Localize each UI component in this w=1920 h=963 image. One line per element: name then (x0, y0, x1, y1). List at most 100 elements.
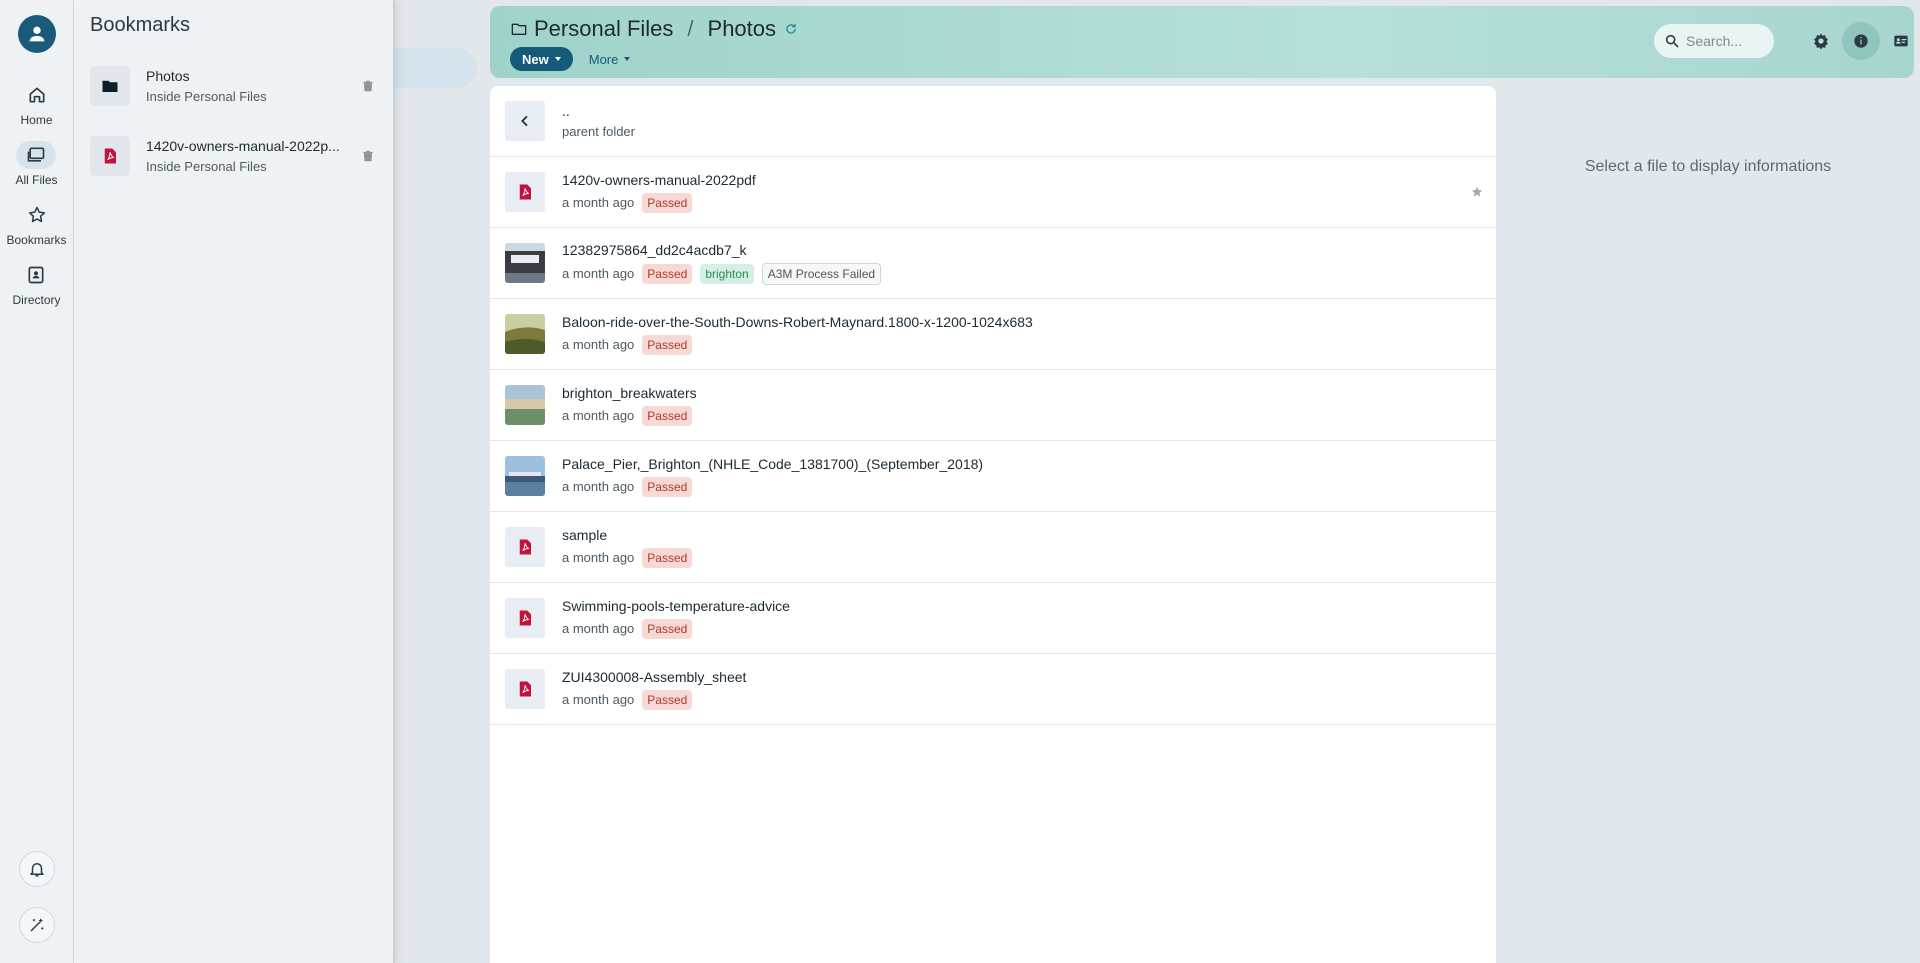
file-name: 1420v-owners-manual-2022pdf (562, 171, 756, 188)
bookmark-subtitle: Inside Personal Files (146, 159, 267, 174)
status-badge: Passed (642, 476, 693, 497)
status-badge: Passed (642, 547, 693, 568)
parent-folder-row[interactable]: .. parent folder (490, 86, 1496, 157)
file-date: a month ago (562, 266, 635, 281)
breadcrumb: Personal Files / Photos (510, 16, 798, 42)
delete-bookmark-icon[interactable] (361, 78, 375, 94)
pdf-icon (104, 148, 116, 164)
contact-book-icon (28, 266, 44, 284)
file-row[interactable]: 1420v-owners-manual-2022pdf a month ago … (490, 157, 1496, 228)
parent-folder-subtitle: parent folder (562, 124, 635, 139)
file-list: .. parent folder 1420v-owners-manual-202… (490, 86, 1496, 963)
bookmarks-panel: Bookmarks Photos Inside Personal Files 1… (74, 0, 395, 963)
rail-label-all-files: All Files (15, 173, 58, 187)
file-name: Baloon-ride-over-the-South-Downs-Robert-… (562, 313, 1033, 330)
file-row[interactable]: Swimming-pools-temperature-advice a mont… (490, 583, 1496, 654)
file-name: sample (562, 526, 608, 543)
image-thumbnail (505, 456, 545, 496)
file-row[interactable]: Palace_Pier,_Brighton_(NHLE_Code_1381700… (490, 441, 1496, 512)
file-row[interactable]: 12382975864_dd2c4acdb7_k a month ago Pas… (490, 228, 1496, 299)
bookmark-subtitle: Inside Personal Files (146, 89, 267, 104)
parent-folder-title: .. (562, 103, 570, 119)
image-thumbnail (505, 385, 545, 425)
file-name: Swimming-pools-temperature-advice (562, 597, 790, 614)
file-name: Palace_Pier,_Brighton_(NHLE_Code_1381700… (562, 455, 984, 472)
delete-bookmark-icon[interactable] (361, 148, 375, 164)
file-date: a month ago (562, 692, 635, 707)
breadcrumb-photos: Photos (707, 16, 777, 41)
caret-down-icon (554, 57, 561, 61)
gear-icon (1814, 33, 1828, 50)
bookmarks-title: Bookmarks (90, 14, 191, 36)
bookmark-item[interactable]: Photos Inside Personal Files (74, 51, 393, 121)
file-name: ZUI4300008-Assembly_sheet (562, 668, 747, 685)
rail-label-home: Home (20, 113, 53, 127)
status-badge: Passed (642, 618, 693, 639)
breadcrumb-personal-files[interactable]: Personal Files (534, 16, 673, 42)
folder-icon (102, 80, 118, 92)
bookmark-item[interactable]: 1420v-owners-manual-2022p... Inside Pers… (74, 121, 393, 191)
status-badge: Passed (642, 192, 693, 213)
image-thumbnail (505, 314, 545, 354)
file-name: brighton_breakwaters (562, 384, 697, 401)
folder-outline-icon (511, 23, 527, 35)
bookmark-title: 1420v-owners-manual-2022p... (146, 138, 340, 154)
user-icon (29, 26, 44, 42)
image-thumbnail (505, 243, 545, 283)
pdf-icon (519, 681, 531, 697)
bell-icon (30, 863, 44, 877)
status-badge: Passed (642, 689, 693, 710)
file-date: a month ago (562, 195, 635, 210)
tag-badge: brighton (700, 263, 754, 284)
new-button[interactable]: New (510, 47, 573, 71)
tasks-button[interactable] (19, 907, 55, 943)
card-view-button[interactable] (1882, 22, 1920, 60)
rail-item-bookmarks[interactable]: Bookmarks (6, 201, 67, 247)
file-date: a month ago (562, 337, 635, 352)
file-row[interactable]: ZUI4300008-Assembly_sheet a month ago Pa… (490, 654, 1496, 725)
info-icon (1854, 34, 1868, 48)
chevron-left-icon (521, 115, 528, 127)
more-button-label: More (588, 51, 619, 67)
file-row[interactable]: Baloon-ride-over-the-South-Downs-Robert-… (490, 299, 1496, 370)
rail-label-directory: Directory (12, 293, 61, 307)
breadcrumb-separator: / (687, 16, 694, 41)
rail-item-home[interactable]: Home (17, 81, 57, 127)
file-date: a month ago (562, 550, 635, 565)
notifications-button[interactable] (19, 851, 55, 887)
file-date: a month ago (562, 479, 635, 494)
rail-label-bookmarks: Bookmarks (6, 233, 67, 247)
info-panel: Select a file to display informations (1496, 86, 1920, 963)
user-avatar[interactable] (17, 15, 56, 53)
info-empty-message: Select a file to display informations (1584, 158, 1832, 175)
folders-icon (28, 147, 45, 162)
search-box[interactable] (1654, 24, 1774, 58)
status-badge: Passed (642, 405, 693, 426)
pdf-icon (519, 539, 531, 555)
rail-item-all-files[interactable]: All Files (15, 141, 58, 187)
search-icon (1665, 34, 1679, 48)
error-badge: A3M Process Failed (761, 262, 882, 285)
header-bar: Personal Files / Photos New More (490, 6, 1914, 78)
file-name: 12382975864_dd2c4acdb7_k (562, 241, 747, 258)
info-button[interactable] (1842, 22, 1880, 60)
id-card-icon (1894, 35, 1908, 47)
rail-item-directory[interactable]: Directory (12, 261, 61, 307)
status-badge: Passed (642, 334, 693, 355)
star-icon[interactable] (1470, 185, 1484, 199)
status-badge: Passed (642, 263, 693, 284)
file-date: a month ago (562, 408, 635, 423)
obscured-nav-highlight (395, 48, 477, 88)
star-outline-icon (28, 206, 45, 223)
file-row[interactable]: brighton_breakwaters a month ago Passed (490, 370, 1496, 441)
file-row[interactable]: sample a month ago Passed (490, 512, 1496, 583)
search-input[interactable] (1686, 33, 1768, 49)
file-date: a month ago (562, 621, 635, 636)
more-button[interactable]: More (589, 52, 631, 67)
pdf-icon (519, 610, 531, 626)
settings-button[interactable] (1802, 22, 1840, 60)
bookmark-title: Photos (146, 68, 190, 84)
refresh-icon[interactable] (784, 22, 798, 36)
wand-icon (30, 918, 44, 932)
toolbar: New More (510, 47, 631, 71)
